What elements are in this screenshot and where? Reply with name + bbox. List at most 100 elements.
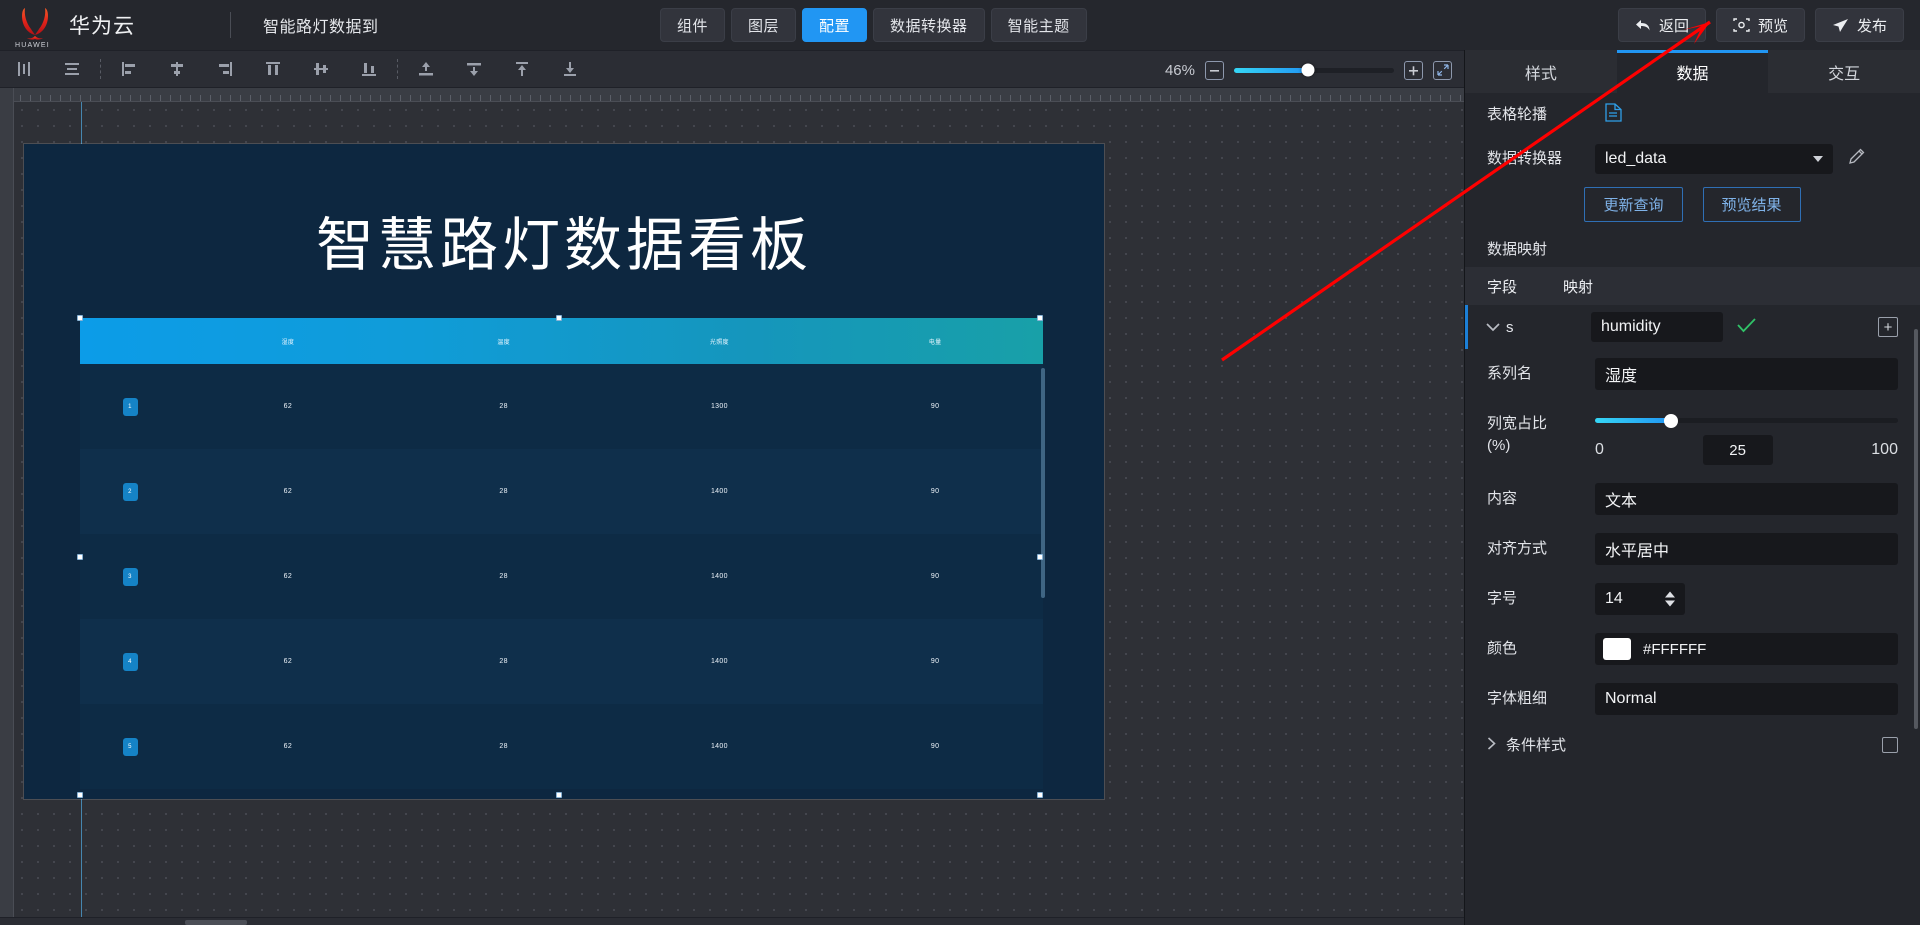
table-header-battery[interactable]: 电量: [827, 318, 1043, 364]
zoom-slider-handle[interactable]: [1301, 63, 1315, 77]
color-swatch[interactable]: [1603, 638, 1631, 660]
alignment-select[interactable]: 水平居中: [1595, 533, 1898, 565]
resize-handle-s[interactable]: [556, 792, 562, 798]
column-width-slider[interactable]: [1595, 413, 1898, 428]
chevron-right-icon: [1487, 736, 1496, 753]
zoom-out-button[interactable]: [1205, 60, 1224, 80]
brand-block: HUAWEI 华为云: [0, 5, 200, 49]
stepper-arrows-icon[interactable]: [1665, 591, 1675, 607]
edit-pencil-icon[interactable]: [1847, 147, 1866, 171]
refresh-query-button[interactable]: 更新查询: [1584, 187, 1683, 222]
tab-components[interactable]: 组件: [660, 8, 726, 42]
align-bottom-icon[interactable]: [345, 50, 393, 88]
move-up-icon[interactable]: [498, 50, 546, 88]
move-down-icon[interactable]: [546, 50, 594, 88]
tab-interaction[interactable]: 交互: [1768, 50, 1920, 93]
mapping-value-select[interactable]: humidity: [1591, 312, 1723, 342]
carousel-row: 表格轮播: [1465, 93, 1920, 137]
align-vertical-center-icon[interactable]: [0, 50, 48, 88]
column-width-slider-handle[interactable]: [1663, 413, 1678, 428]
bottom-scroll-chip[interactable]: [185, 920, 247, 925]
align-top-icon[interactable]: [249, 50, 297, 88]
canvas-area[interactable]: 196 99 智慧路灯数据看板 湿度 温度 光照度 电量: [0, 88, 1464, 925]
zoom-slider[interactable]: [1234, 63, 1394, 77]
stepper-down-icon[interactable]: [1665, 600, 1675, 607]
tab-config[interactable]: 配置: [802, 8, 868, 42]
resize-handle-ne[interactable]: [1037, 315, 1043, 321]
conditional-style-checkbox[interactable]: [1882, 736, 1898, 753]
content-select[interactable]: 文本: [1595, 483, 1898, 515]
back-arrow-icon: [1635, 18, 1651, 33]
converter-label: 数据转换器: [1487, 149, 1563, 167]
top-action-group: 返回 预览 发布: [1617, 8, 1904, 42]
tab-style[interactable]: 样式: [1465, 50, 1617, 93]
tab-layers[interactable]: 图层: [731, 8, 797, 42]
distribute-up-icon[interactable]: [402, 50, 450, 88]
align-right-icon[interactable]: [201, 50, 249, 88]
column-width-value[interactable]: 25: [1702, 435, 1773, 465]
table-cell-temperature: 28: [499, 488, 508, 495]
distribute-down-icon[interactable]: [450, 50, 498, 88]
properties-panel: 样式 数据 交互 表格轮播 数据转换器 led_data 更新查询 预览结果 数…: [1464, 50, 1920, 925]
preview-button[interactable]: 预览: [1715, 8, 1805, 42]
table-scrollbar[interactable]: [1041, 368, 1045, 598]
dashboard-canvas-component[interactable]: 智慧路灯数据看板 湿度 温度 光照度 电量 1 62 28 1300 90 2 …: [24, 144, 1104, 799]
align-center-icon[interactable]: [153, 50, 201, 88]
converter-row: 数据转换器 led_data: [1465, 137, 1920, 181]
table-cell-illuminance: 1400: [710, 658, 728, 665]
fit-to-screen-button[interactable]: [1433, 60, 1452, 80]
mapping-row[interactable]: s humidity +: [1465, 305, 1920, 349]
align-left-icon[interactable]: [105, 50, 153, 88]
table-cell-humidity: 62: [283, 488, 293, 495]
resize-handle-nw[interactable]: [77, 315, 83, 321]
table-row[interactable]: 1 62 28 1300 90: [80, 364, 1043, 449]
chevron-down-icon: [1813, 156, 1823, 162]
table-row[interactable]: 5 62 28 1400 90: [80, 704, 1043, 789]
chevron-down-icon[interactable]: [1480, 322, 1506, 332]
zoom-in-button[interactable]: [1404, 60, 1423, 80]
send-publish-icon: [1832, 18, 1849, 33]
table-cell-temperature: 28: [499, 573, 508, 580]
resize-handle-se[interactable]: [1037, 792, 1043, 798]
align-middle-icon[interactable]: [297, 50, 345, 88]
table-row-index: 1: [80, 364, 180, 449]
back-button[interactable]: 返回: [1617, 8, 1706, 42]
panel-scrollbar[interactable]: [1914, 329, 1918, 729]
table-row[interactable]: 2 62 28 1400 90: [80, 449, 1043, 534]
table-header-illuminance[interactable]: 光照度: [612, 318, 828, 364]
preview-result-button[interactable]: 预览结果: [1702, 187, 1801, 222]
carousel-label: 表格轮播: [1487, 105, 1548, 123]
color-picker[interactable]: #FFFFFF: [1595, 633, 1898, 665]
publish-button[interactable]: 发布: [1814, 8, 1904, 42]
publish-button-label: 发布: [1856, 17, 1887, 35]
align-horizontal-center-icon[interactable]: [48, 50, 96, 88]
mapping-field-name: s: [1506, 318, 1514, 336]
font-size-stepper[interactable]: 14: [1595, 583, 1685, 615]
document-icon[interactable]: [1605, 103, 1622, 127]
tab-data[interactable]: 数据: [1616, 50, 1769, 93]
check-icon[interactable]: [1737, 316, 1756, 339]
tab-data-converter[interactable]: 数据转换器: [873, 8, 985, 42]
font-weight-select[interactable]: Normal: [1595, 683, 1898, 715]
table-header-humidity[interactable]: 湿度: [180, 318, 396, 364]
data-table-component[interactable]: 湿度 温度 光照度 电量 1 62 28 1300 90 2 62 28 140…: [80, 318, 1045, 789]
tab-smart-theme[interactable]: 智能主题: [990, 8, 1087, 42]
mapping-col-mapping: 映射: [1563, 278, 1594, 296]
column-width-label-line2: (%): [1487, 436, 1511, 454]
resize-handle-n[interactable]: [556, 315, 562, 321]
conditional-style-row[interactable]: 条件样式: [1465, 724, 1920, 765]
table-header-temperature[interactable]: 温度: [396, 318, 612, 364]
zoom-percent-label: 46%: [1164, 61, 1195, 79]
stepper-up-icon[interactable]: [1665, 591, 1675, 598]
resize-handle-sw[interactable]: [77, 792, 83, 798]
resize-handle-w[interactable]: [77, 554, 83, 560]
huawei-logo-icon: HUAWEI: [14, 5, 56, 49]
dashboard-title[interactable]: 智慧路灯数据看板: [24, 198, 1104, 282]
series-name-input[interactable]: [1595, 358, 1898, 390]
table-row[interactable]: 4 62 28 1400 90: [80, 619, 1043, 704]
table-row[interactable]: 3 62 28 1400 90: [80, 534, 1043, 619]
alignment-label: 对齐方式: [1487, 540, 1548, 557]
data-converter-select[interactable]: led_data: [1595, 144, 1833, 174]
add-mapping-button[interactable]: +: [1878, 317, 1898, 337]
resize-handle-e[interactable]: [1037, 554, 1043, 560]
